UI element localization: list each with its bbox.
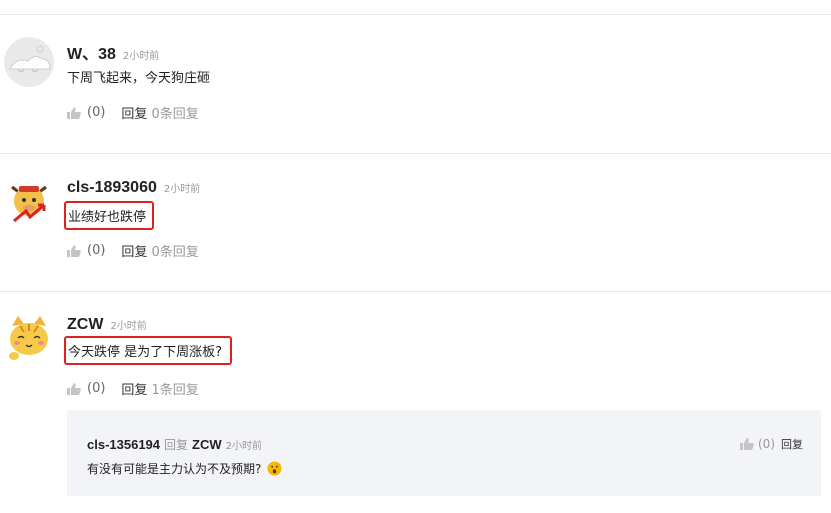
avatar[interactable] xyxy=(4,312,54,362)
comment-actions: (0) 回复 0条回复 xyxy=(67,103,199,122)
reply-target-username[interactable]: ZCW xyxy=(192,437,222,452)
separator-top xyxy=(0,14,831,15)
comment-content: 业绩好也跌停 xyxy=(64,201,155,230)
timestamp: 2小时前 xyxy=(122,51,160,62)
reply-like-count[interactable]: (0) xyxy=(758,437,775,451)
reply-count[interactable]: 0条回复 xyxy=(151,103,198,122)
timestamp: 2小时前 xyxy=(163,184,201,195)
comment-content: 今天跌停 是为了下周涨板? xyxy=(64,336,233,365)
surprised-face-emoji-icon xyxy=(267,461,282,476)
reply-content-line: 有没有可能是主力认为不及预期? xyxy=(87,460,282,477)
like-count[interactable]: (0) xyxy=(87,243,105,258)
separator xyxy=(0,291,831,292)
avatar[interactable] xyxy=(4,177,54,227)
comment-actions: (0) 回复 0条回复 xyxy=(67,241,199,260)
reply-thread: cls-1356194 回复 ZCW 2小时前 有没有可能是主力认为不及预期? … xyxy=(67,410,821,496)
username[interactable]: cls-1893060 xyxy=(67,179,157,197)
reply-button[interactable]: 回复 xyxy=(121,103,147,122)
username[interactable]: ZCW xyxy=(67,316,103,334)
reply-timestamp: 2小时前 xyxy=(225,441,263,452)
reply-word: 回复 xyxy=(164,438,189,452)
reply-username[interactable]: cls-1356194 xyxy=(87,437,160,452)
reply-button[interactable]: 回复 xyxy=(121,241,147,260)
reply-content: 有没有可能是主力认为不及预期? xyxy=(87,462,262,476)
reply-header: cls-1356194 回复 ZCW 2小时前 xyxy=(87,436,262,453)
comment-header: ZCW 2小时前 xyxy=(67,316,147,334)
separator xyxy=(0,153,831,154)
timestamp: 2小时前 xyxy=(110,321,147,332)
comment-content: 下周飞起来，今天狗庄砸 xyxy=(67,71,211,86)
avatar[interactable] xyxy=(4,37,54,87)
like-count[interactable]: (0) xyxy=(87,381,105,396)
comment-header: cls-1893060 2小时前 xyxy=(67,179,200,197)
like-count[interactable]: (0) xyxy=(87,105,105,120)
thumbs-up-icon[interactable] xyxy=(67,106,81,119)
thumbs-up-icon[interactable] xyxy=(67,244,81,257)
thumbs-up-icon[interactable] xyxy=(67,382,81,395)
comment-actions: (0) 回复 1条回复 xyxy=(67,379,199,398)
reply-reply-button[interactable]: 回复 xyxy=(781,436,803,452)
thumbs-up-icon[interactable] xyxy=(740,438,754,450)
username[interactable]: W、38 xyxy=(67,40,116,64)
reply-count[interactable]: 1条回复 xyxy=(151,379,198,398)
reply-button[interactable]: 回复 xyxy=(121,379,147,398)
comment-header: W、38 2小时前 xyxy=(67,40,159,64)
reply-actions: (0) 回复 xyxy=(740,436,803,452)
reply-count[interactable]: 0条回复 xyxy=(151,241,198,260)
